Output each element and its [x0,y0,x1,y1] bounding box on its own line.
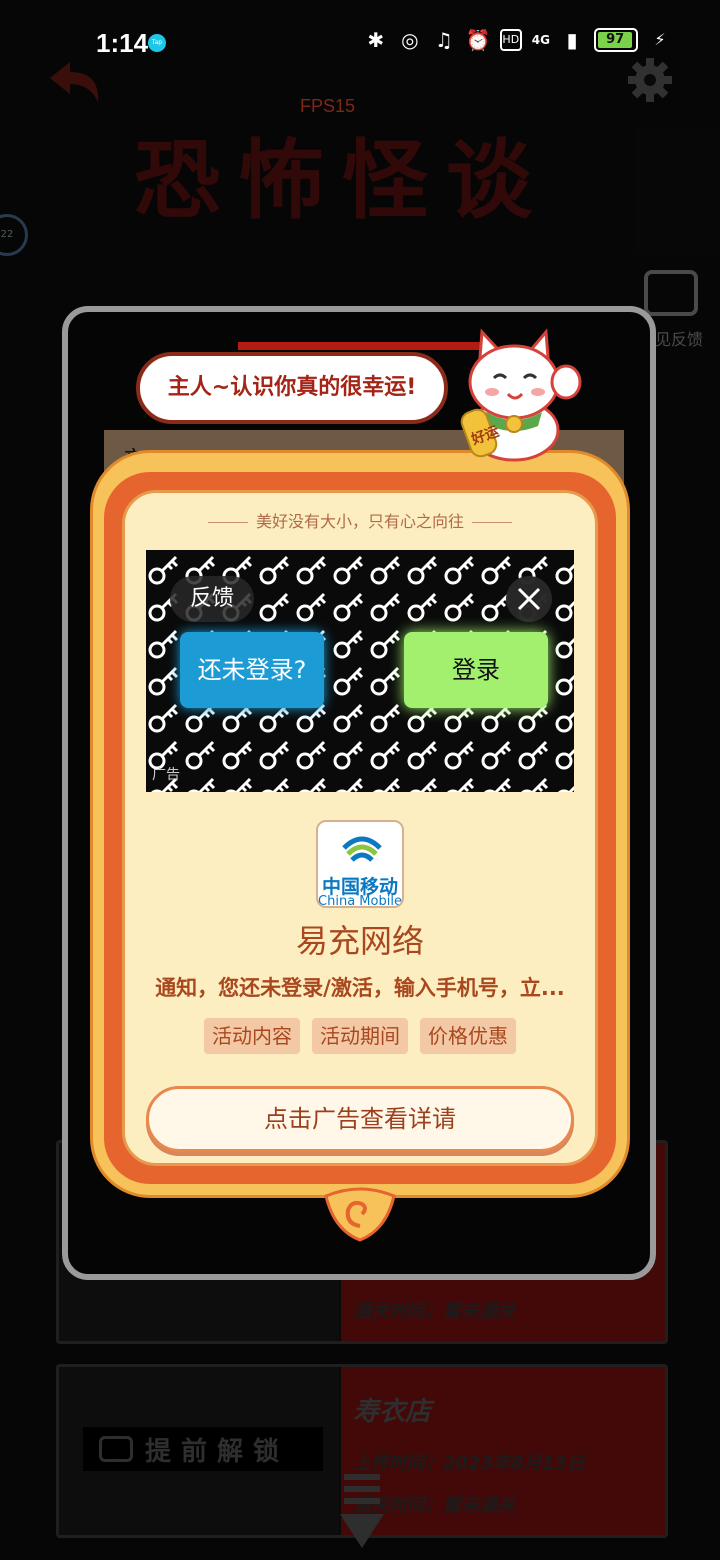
not-logged-in-button[interactable]: 还未登录? [180,632,324,708]
vibrate-icon: ◎ [401,28,419,52]
clock: 1:14 [96,28,149,58]
bell-off-icon: ♫ [434,28,453,52]
ad-feedback-button[interactable]: 反馈 [170,576,254,622]
tagline-right-ornament-icon [472,522,512,523]
ad-scroll-card: 美好没有大小，只有心之向往 反馈 还未登录? 登录 广告 中国移动 China … [90,450,630,1250]
ad-description: 通知，您还未登录/激活，输入手机号，立... [155,976,565,1000]
lucky-cat-mascot-icon: 好运 [460,328,582,462]
alarm-icon: ⏰ [465,28,491,52]
ad-tag: 活动内容 [204,1018,300,1054]
close-icon[interactable] [506,576,552,622]
ad-tags: 活动内容 活动期间 价格优惠 [90,1018,630,1054]
network-type: 4G [531,33,550,47]
tap-badge-icon: Tap [148,34,166,52]
status-bar: 1:14 Tap ✱ ◎ ♫ ⏰ HD 4G ▮ 97 ⚡ [0,0,720,86]
tagline-left-ornament-icon [207,522,248,523]
app-logo-subtext: China Mobile [318,894,402,908]
battery-level: 97 [598,32,633,48]
ad-tag: 价格优惠 [420,1018,516,1054]
login-button[interactable]: 登录 [404,632,548,708]
bluetooth-icon: ✱ [367,28,385,52]
system-icons: ✱ ◎ ♫ ⏰ HD 4G ▮ 97 ⚡ [364,28,672,52]
view-ad-details-button[interactable]: 点击广告查看详请 [146,1086,574,1152]
ad-label: 广告 [152,767,180,783]
ad-creative[interactable]: 反馈 还未登录? 登录 广告 [146,550,574,792]
cloud-swirl-ornament-icon [324,1187,396,1242]
charging-icon: ⚡ [654,30,666,49]
app-logo[interactable]: 中国移动 China Mobile [316,820,404,908]
battery-icon: 97 [594,28,638,52]
ad-tag: 活动期间 [312,1018,408,1054]
china-mobile-logo-icon [342,836,382,862]
tagline: 美好没有大小，只有心之向往 [90,508,630,532]
hd-icon: HD [499,29,522,51]
app-name: 易充网络 [295,922,424,960]
signal-icon: ▮ [566,28,578,52]
tagline-text: 美好没有大小，只有心之向往 [255,512,464,531]
speech-bubble: 主人~认识你真的很幸运! [136,352,448,424]
